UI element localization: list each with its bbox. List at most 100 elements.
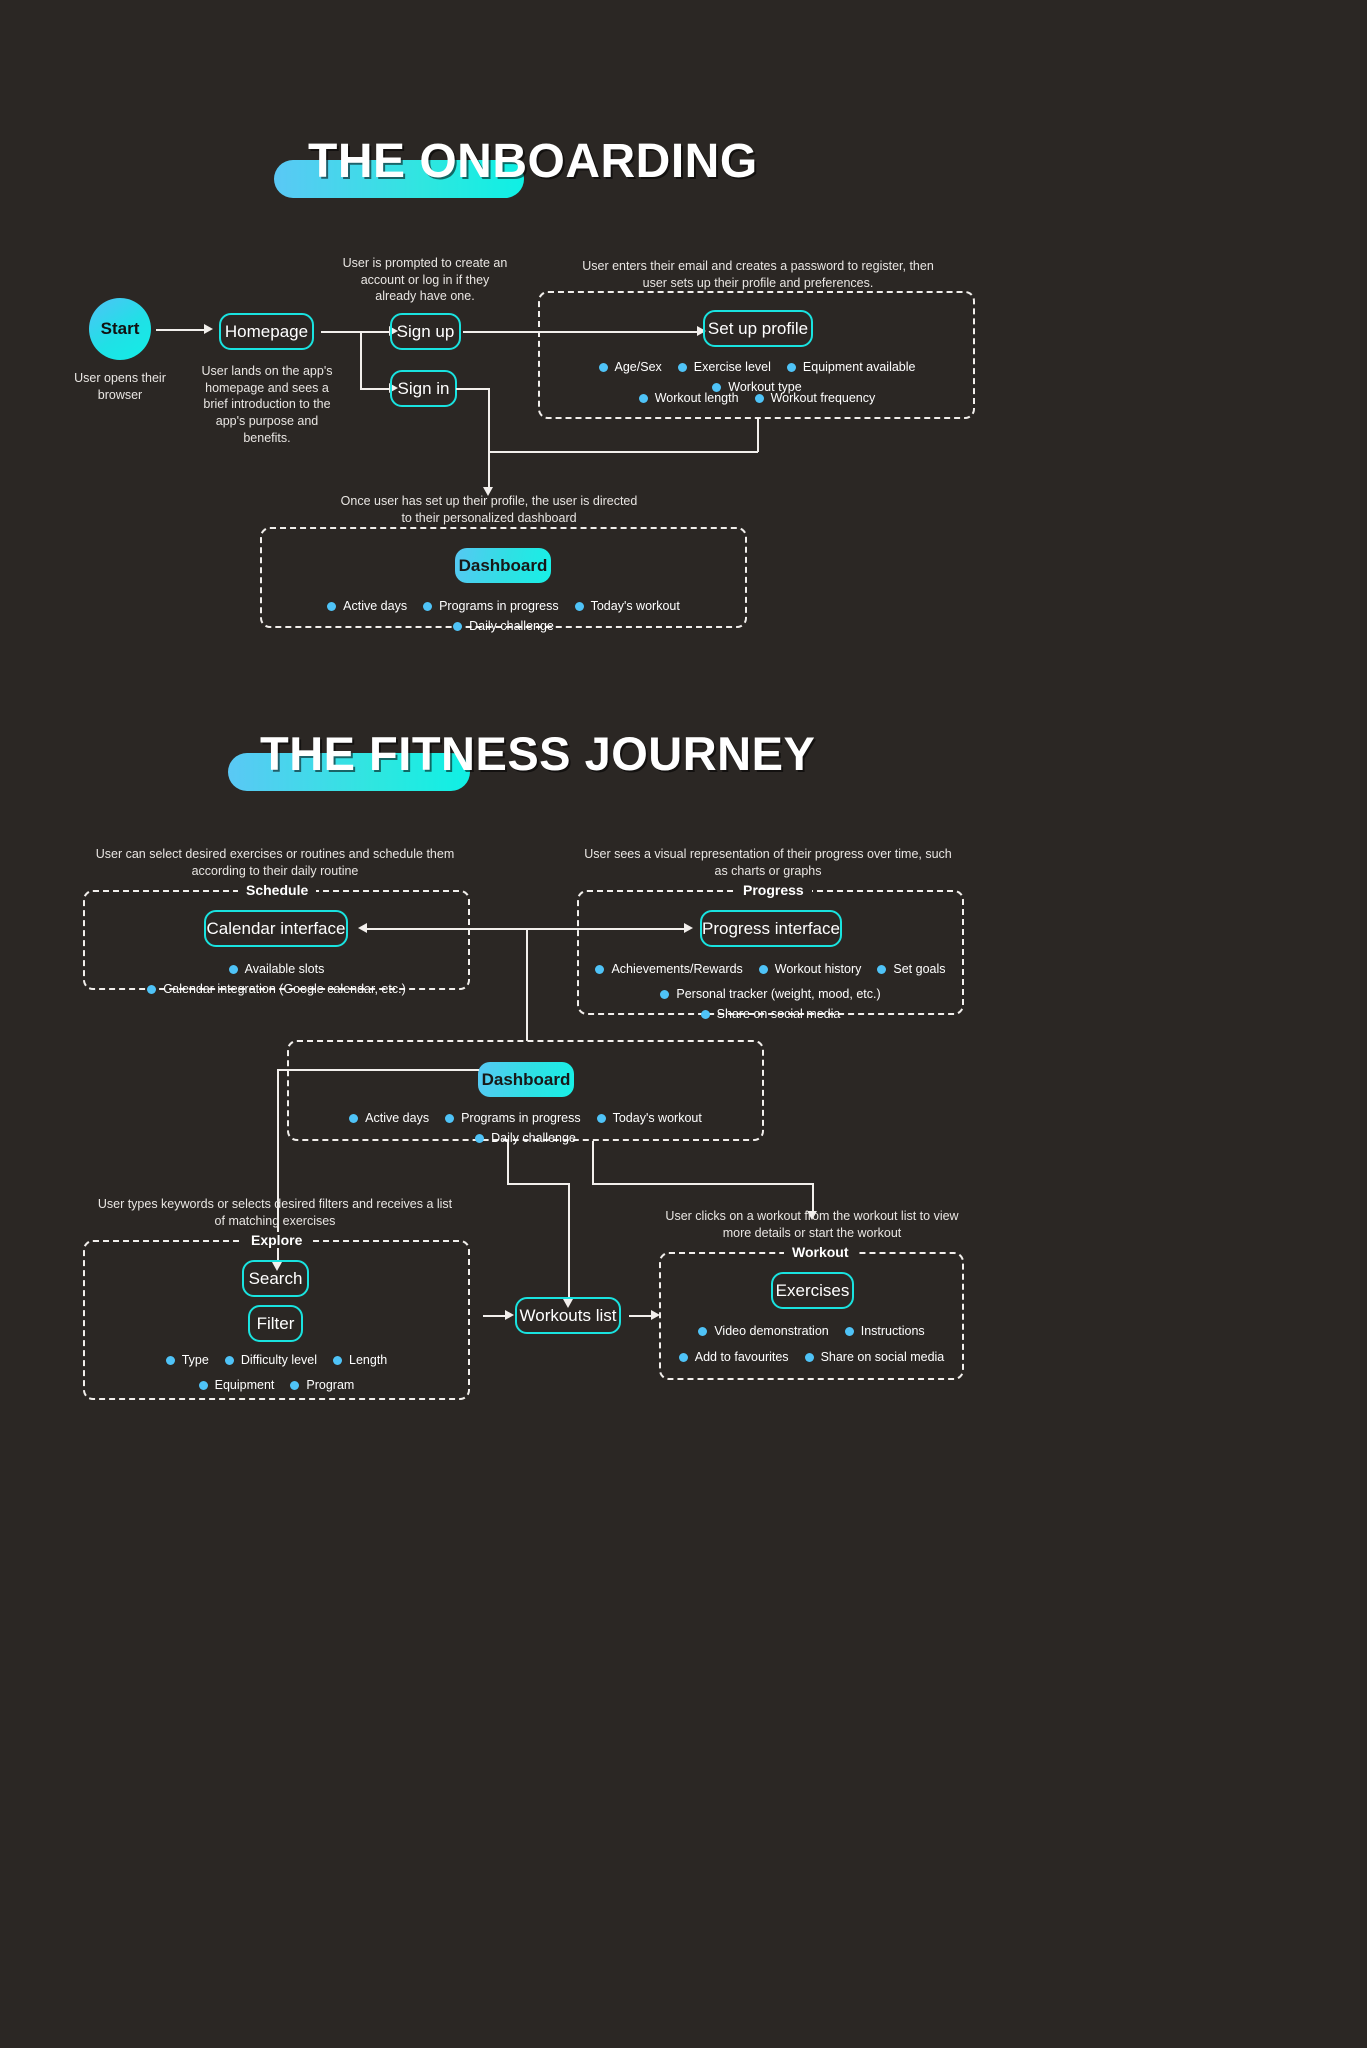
bullet-item: Instructions [845, 1324, 925, 1338]
schedule-bullets: Available slots Calendar integration (Go… [93, 962, 460, 996]
progress-interface-label: Progress interface [702, 918, 840, 938]
start-caption: User opens their browser [74, 371, 166, 402]
explore-bullets-row2: Equipment Program [93, 1378, 460, 1392]
connector-profile-left [488, 451, 758, 453]
homepage-node[interactable]: Homepage [219, 313, 314, 350]
connector-homepage-split [321, 331, 361, 333]
bullet-item: Daily challenge [475, 1131, 576, 1145]
profile-bullets-row1: Age/Sex Exercise level Equipment availab… [548, 360, 966, 394]
connector-profile-down [757, 419, 759, 452]
explore-bullets-row1: Type Difficulty level Length [93, 1353, 460, 1367]
connector-dashboard-progress [526, 928, 686, 930]
exercises-node[interactable]: Exercises [771, 1272, 854, 1309]
calendar-interface-node[interactable]: Calendar interface [204, 910, 348, 947]
bullet-item: Today's workout [597, 1111, 702, 1125]
connector-split-vertical [360, 331, 362, 389]
connector-dashboard-calendar [367, 928, 527, 930]
workout-bullets-row1: Video demonstration Instructions [669, 1324, 954, 1338]
dashboard-caption-onboarding: Once user has set up their profile, the … [340, 494, 638, 525]
signup-node[interactable]: Sign up [390, 313, 461, 350]
dashboard-node-onboarding[interactable]: Dashboard [455, 548, 551, 583]
start-node-label: Start [100, 319, 140, 338]
homepage-caption: User lands on the app's homepage and see… [201, 364, 333, 445]
schedule-group-label: Schedule [238, 882, 317, 898]
progress-bullets-row1: Achievements/Rewards Workout history Set… [587, 962, 954, 976]
search-node-label: Search [248, 1268, 303, 1288]
dashboard-bullets-journey: Active days Programs in progress Today's… [297, 1111, 754, 1145]
progress-caption: User sees a visual representation of the… [584, 847, 952, 878]
explore-caption: User types keywords or selects desired f… [97, 1197, 453, 1228]
progress-group-label: Progress [735, 882, 812, 898]
workout-caption: User clicks on a workout from the workou… [665, 1209, 959, 1240]
bullet-item: Workout history [759, 962, 862, 976]
bullet-item: Programs in progress [423, 599, 559, 613]
connector-dashboard-workout-v1 [592, 1141, 594, 1184]
arrow-start-homepage [204, 324, 213, 334]
connector-signin-out [456, 388, 489, 390]
arrow-dashboard-progress [684, 923, 693, 933]
progress-interface-node[interactable]: Progress interface [700, 910, 842, 947]
bullet-item: Equipment [199, 1378, 275, 1392]
bullet-item: Length [333, 1353, 387, 1367]
connector-dashboard-explore-h [277, 1069, 479, 1071]
flowchart-page: THE ONBOARDING Start User opens their br… [0, 0, 1367, 2048]
bullet-item: Share on social media [701, 1007, 841, 1021]
connector-split-signin [360, 388, 392, 390]
schedule-caption: User can select desired exercises or rou… [95, 847, 455, 878]
onboarding-title-text: THE ONBOARDING [308, 135, 758, 188]
workout-bullets-row2: Add to favourites Share on social media [669, 1350, 954, 1364]
arrow-dashboard-calendar [358, 923, 367, 933]
explore-group-label: Explore [243, 1232, 311, 1248]
search-node[interactable]: Search [242, 1260, 309, 1297]
setup-profile-node[interactable]: Set up profile [703, 310, 813, 347]
bullet-item: Type [166, 1353, 209, 1367]
progress-bullets-row2: Personal tracker (weight, mood, etc.) Sh… [587, 987, 954, 1021]
connector-workouts-workout [629, 1315, 653, 1317]
dashboard-bullets-onboarding: Active days Programs in progress Today's… [270, 599, 737, 633]
workouts-list-label: Workouts list [519, 1305, 617, 1325]
connector-dashboard-workout-h [592, 1183, 814, 1185]
workout-group-label: Workout [784, 1244, 857, 1260]
start-node[interactable]: Start [89, 298, 151, 360]
dashboard-node-journey[interactable]: Dashboard [478, 1062, 574, 1097]
connector-dashboard-workouts-v1 [507, 1141, 509, 1184]
connector-to-dashboard [488, 451, 490, 490]
signup-caption: User is prompted to create an account or… [342, 256, 508, 304]
connector-dashboard-workouts-v2 [568, 1183, 570, 1302]
dashboard-node-label: Dashboard [481, 1069, 571, 1089]
dashboard-node-label: Dashboard [458, 555, 548, 575]
connector-split-signup [360, 331, 392, 333]
bullet-item: Exercise level [678, 360, 771, 374]
bullet-item: Today's workout [575, 599, 680, 613]
bullet-item: Set goals [877, 962, 945, 976]
journey-section-title: THE FITNESS JOURNEY [228, 720, 1128, 800]
bullet-item: Daily challenge [453, 619, 554, 633]
arrow-explore-workouts [505, 1310, 514, 1320]
signin-node[interactable]: Sign in [390, 370, 457, 407]
calendar-interface-label: Calendar interface [206, 918, 346, 938]
profile-caption: User enters their email and creates a pa… [582, 259, 934, 290]
connector-dashboard-workouts-h [507, 1183, 570, 1185]
bullet-item: Active days [327, 599, 407, 613]
onboarding-section-title: THE ONBOARDING [270, 130, 1070, 210]
bullet-item: Available slots [229, 962, 325, 976]
bullet-item: Program [290, 1378, 354, 1392]
profile-bullets-row2: Workout length Workout frequency [548, 391, 966, 405]
connector-start-homepage [156, 329, 206, 331]
homepage-node-label: Homepage [224, 321, 309, 341]
connector-explore-workouts [483, 1315, 507, 1317]
setup-profile-node-label: Set up profile [707, 318, 809, 338]
exercises-node-label: Exercises [775, 1280, 850, 1300]
bullet-item: Video demonstration [698, 1324, 828, 1338]
bullet-item: Personal tracker (weight, mood, etc.) [660, 987, 880, 1001]
bullet-item: Difficulty level [225, 1353, 317, 1367]
bullet-item: Age/Sex [599, 360, 662, 374]
bullet-item: Add to favourites [679, 1350, 789, 1364]
filter-node-label: Filter [256, 1313, 295, 1333]
bullet-item: Achievements/Rewards [595, 962, 742, 976]
connector-dashboard-up [526, 928, 528, 1041]
workouts-list-node[interactable]: Workouts list [515, 1297, 621, 1334]
bullet-item: Calendar integration (Google calendar, e… [147, 982, 406, 996]
filter-node[interactable]: Filter [248, 1305, 303, 1342]
bullet-item: Active days [349, 1111, 429, 1125]
